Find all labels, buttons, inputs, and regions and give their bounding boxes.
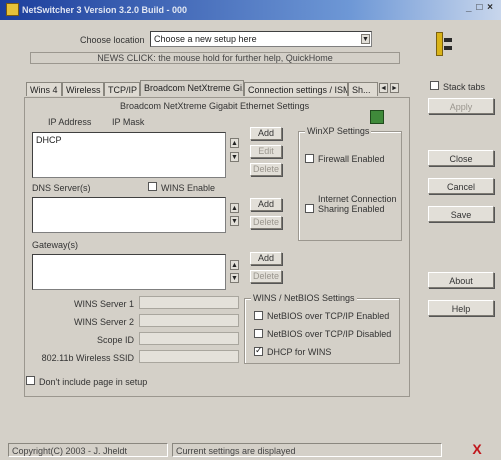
plug-icon [433,28,455,62]
firewall-label: Firewall Enabled [318,154,385,164]
tab-wins[interactable]: Wins 4 [26,82,62,96]
move-up-icon[interactable]: ▲ [230,138,239,148]
ics-checkbox[interactable] [305,204,314,213]
firewall-checkbox[interactable] [305,154,314,163]
dhcp-for-wins-checkbox[interactable] [254,345,263,356]
status-copyright: Copyright(C) 2003 - J. Jheldt [8,443,168,457]
dont-include-label: Don't include page in setup [39,377,148,387]
ip-address-header: IP Address [48,117,92,127]
exit-icon[interactable]: X [468,441,486,457]
location-value: Choose a new setup here [154,34,257,44]
app-icon [6,3,19,16]
adapter-label: Broadcom NetXtreme Gigabit Ethernet Sett… [120,101,310,111]
minimize-button[interactable]: _ [466,2,473,13]
notice-bar: NEWS CLICK: the mouse hold for further h… [30,52,400,64]
move-down-icon[interactable]: ▼ [230,152,239,162]
ip-add-button[interactable]: Add [250,127,282,140]
tab-scroll-right-icon[interactable]: ► [390,83,399,93]
dns-delete-button[interactable]: Delete [250,216,282,229]
dns-list[interactable] [32,197,226,233]
tab-strip: Wins 4 Wireless TCP/IP Broadcom NetXtrem… [26,80,416,98]
location-select[interactable]: Choose a new setup here ▼ [150,31,372,47]
maximize-button[interactable]: □ [476,2,483,13]
close-window-button[interactable]: × [487,2,494,13]
netbios-settings-group: WINS / NetBIOS Settings NetBIOS over TCP… [244,293,400,364]
winxp-settings-caption: WinXP Settings [305,126,372,136]
wins-server-2-label: WINS Server 2 [73,317,134,327]
gateway-move-up-icon[interactable]: ▲ [230,260,239,270]
close-button[interactable]: Close [428,150,494,166]
ip-edit-button[interactable]: Edit [250,145,282,158]
about-button[interactable]: About [428,272,494,288]
dns-add-button[interactable]: Add [250,198,282,211]
wins-enable-checkbox[interactable] [148,182,157,191]
ssid-input[interactable] [139,350,239,363]
wins-server-1-label: WINS Server 1 [73,299,134,309]
help-button[interactable]: Help [428,300,494,316]
netbios-enabled-checkbox[interactable] [254,311,263,320]
scope-id-label: Scope ID [96,335,134,345]
gateway-list[interactable] [32,254,226,290]
tab-scroll-left-icon[interactable]: ◄ [379,83,388,93]
window-title: NetSwitcher 3 Version 3.2.0 Build - 000 [22,5,188,15]
wins-enable-label: WINS Enable [161,183,216,193]
stack-tabs-checkbox[interactable] [430,81,439,90]
dhcp-for-wins-label: DHCP for WINS [267,347,332,357]
ip-mask-header: IP Mask [112,117,145,127]
title-bar: NetSwitcher 3 Version 3.2.0 Build - 000 [0,0,501,20]
network-card-icon [370,110,384,124]
netbios-enabled-label: NetBIOS over TCP/IP Enabled [267,311,390,321]
cancel-button[interactable]: Cancel [428,178,494,194]
dns-label: DNS Server(s) [32,183,91,193]
tab-tcpip[interactable]: TCP/IP [104,82,140,96]
apply-button[interactable]: Apply [428,98,494,114]
ssid-label: 802.11b Wireless SSID [41,353,134,363]
netbios-settings-caption: WINS / NetBIOS Settings [251,293,357,303]
stack-tabs-label: Stack tabs [443,82,486,92]
tab-connection-settings[interactable]: Connection settings / ISM [244,82,348,96]
gateway-move-down-icon[interactable]: ▼ [230,273,239,283]
chevron-down-icon[interactable]: ▼ [361,34,370,44]
gateway-label: Gateway(s) [32,240,79,250]
netbios-disabled-label: NetBIOS over TCP/IP Disabled [267,329,392,339]
dont-include-checkbox[interactable] [26,376,35,385]
wins-server-1-input[interactable] [139,296,239,309]
tab-wireless[interactable]: Wireless [62,82,104,96]
ip-delete-button[interactable]: Delete [250,163,282,176]
netbios-disabled-checkbox[interactable] [254,329,263,338]
ip-list-item[interactable]: DHCP [36,135,62,145]
gateway-add-button[interactable]: Add [250,252,282,265]
scope-id-input[interactable] [139,332,239,345]
ip-list[interactable]: DHCP [32,132,226,178]
gateway-delete-button[interactable]: Delete [250,270,282,283]
save-button[interactable]: Save [428,206,494,222]
tab-more[interactable]: Sh... [348,82,378,96]
dns-move-down-icon[interactable]: ▼ [230,216,239,226]
ics-label: Internet Connection Sharing Enabled [318,194,397,214]
tab-broadcom[interactable]: Broadcom NetXtreme Gi... [140,80,244,96]
status-message: Current settings are displayed [172,443,442,457]
wins-server-2-input[interactable] [139,314,239,327]
winxp-settings-group: WinXP Settings Firewall Enabled Internet… [298,126,402,241]
dns-move-up-icon[interactable]: ▲ [230,203,239,213]
location-label: Choose location [80,35,145,45]
window-controls: _ □ × [466,2,498,17]
